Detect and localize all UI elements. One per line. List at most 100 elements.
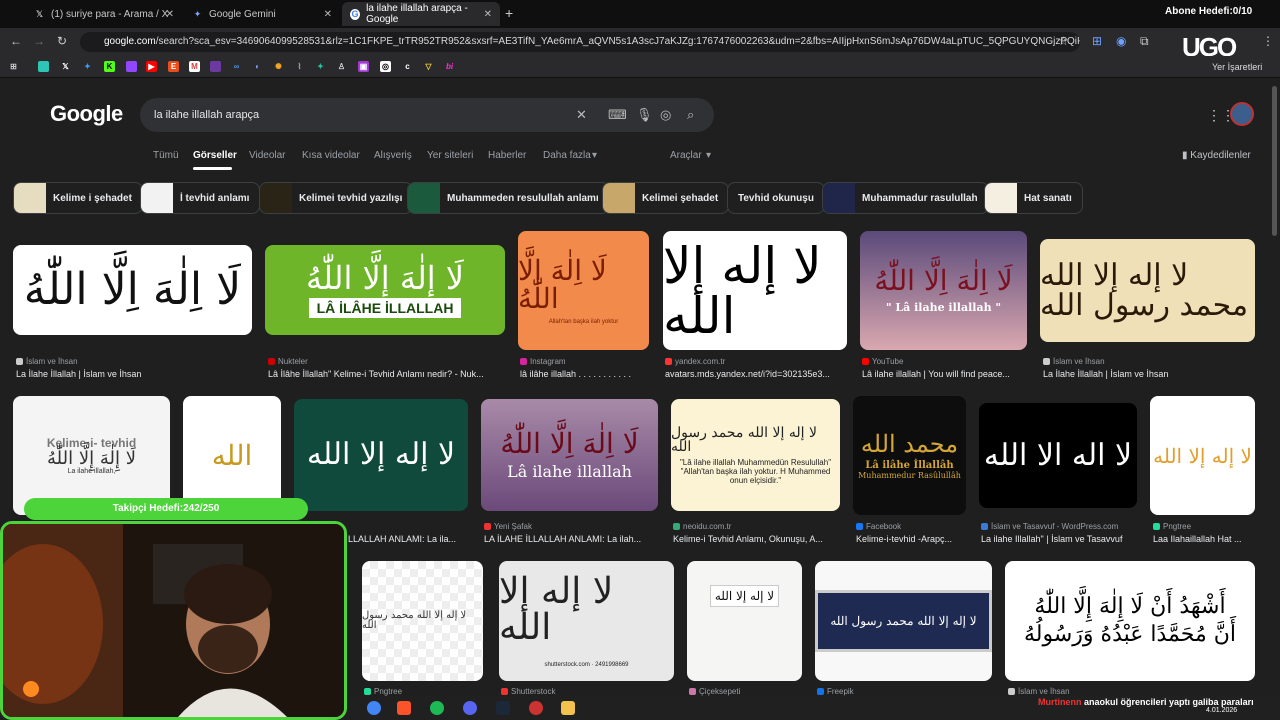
bookmark-icon[interactable]: bi [444, 61, 455, 72]
tab-gemini[interactable]: ✦ Google Gemini ✕ [184, 2, 340, 26]
image-result[interactable]: لا إله إلا الله shutterstock.com · 249199… [499, 561, 674, 681]
bookmark-icon[interactable]: ✦ [315, 61, 326, 72]
image-result[interactable]: لا إله إلا الله [687, 561, 802, 681]
back-button[interactable]: ← [10, 34, 22, 48]
bluesky-icon[interactable]: ✦ [82, 61, 93, 72]
bookmark-icon[interactable]: ♙ [336, 61, 347, 72]
close-tab-icon[interactable]: ✕ [166, 9, 174, 20]
result-title[interactable]: La İlahe İllallah | İslam ve İhsan [1043, 369, 1255, 379]
tab-places[interactable]: Yer siteleri [427, 150, 473, 161]
url-field[interactable]: google.com/search?sca_esv=34690640995285… [80, 32, 1080, 52]
obs-icon[interactable] [529, 701, 543, 715]
chip[interactable]: Tevhid okunuşu [727, 182, 825, 214]
lens-icon[interactable]: ◎ [660, 107, 671, 123]
youtube-icon[interactable]: ▶ [146, 61, 157, 72]
bookmarks-folder[interactable]: Yer İşaretleri [1212, 62, 1262, 72]
bookmark-icon[interactable]: ⌇ [294, 61, 305, 72]
image-result[interactable]: لا إله إلا الله [1150, 396, 1255, 515]
files-icon[interactable] [561, 701, 575, 715]
image-result[interactable]: لا اله الا الله [979, 403, 1137, 508]
tab-all[interactable]: Tümü [153, 150, 179, 161]
scrollbar[interactable] [1272, 86, 1277, 236]
result-title[interactable]: Lâ ilahe illallah | You will find peace.… [862, 369, 1027, 379]
result-title[interactable]: Lâ İlâhe İllallah" Kelime-i Tevhid Anlam… [268, 369, 504, 379]
bookmark-icon[interactable] [210, 61, 221, 72]
result-title[interactable]: Kelime-i-tevhid -Arapç... [856, 534, 966, 544]
image-result[interactable]: لَا اِلٰهَ اِلَّا اللّٰهُ Allah'tan başka… [518, 231, 649, 350]
result-title[interactable]: lâ ilâhe illallah . . . . . . . . . . . [520, 369, 648, 379]
tab-more[interactable]: Daha fazla [543, 150, 591, 161]
extensions-icon[interactable]: ⧉ [1140, 34, 1149, 49]
search-box[interactable]: la ilahe illallah arapça ✕ ⌨ 🎙 ◎ ⌕ [140, 98, 714, 132]
image-result[interactable]: لا إله إلا الله محمد رسول الله [815, 561, 992, 681]
new-tab-button[interactable]: + [505, 5, 513, 21]
image-result[interactable]: لا إله إلا الله محمد رسول الله [1040, 239, 1255, 342]
result-title[interactable]: La İlahe İllallah | İslam ve İhsan [16, 369, 252, 379]
chip[interactable]: Kelimei tevhid yazılışı [259, 182, 414, 214]
meta-icon[interactable]: ∞ [231, 61, 242, 72]
clear-icon[interactable]: ✕ [576, 107, 587, 123]
image-result[interactable]: أَشْهَدُ أَنْ لَا إِلٰهَ إِلَّا اللّٰهُ أ… [1005, 561, 1255, 681]
image-result[interactable]: لَا اِلٰهَ اِلَّا اللّٰهُ [13, 245, 252, 335]
microphone-icon[interactable]: 🎙 [636, 107, 653, 123]
tab-videos[interactable]: Videolar [249, 150, 286, 161]
cast-icon[interactable]: ◉ [1116, 34, 1126, 48]
x-bookmark-icon[interactable]: 𝕏 [60, 61, 71, 72]
tools-button[interactable]: Araçlar [670, 150, 702, 161]
steam-icon[interactable] [496, 701, 510, 715]
bookmark-star-icon[interactable]: ☆ [1058, 34, 1069, 48]
chip[interactable]: Hat sanatı [984, 182, 1083, 214]
discord-icon[interactable] [463, 701, 477, 715]
bookmark-icon[interactable] [38, 61, 49, 72]
bookmark-icon[interactable]: ◎ [380, 61, 391, 72]
image-result[interactable]: لَا إِلٰهَ إِلَّا اللّٰهُ LÂ İLÂHE İLLALL… [265, 245, 505, 335]
image-result[interactable]: لا إله إلا الله [294, 399, 468, 511]
chrome-icon[interactable] [367, 701, 381, 715]
google-logo[interactable]: Google [50, 101, 123, 127]
twitch-icon[interactable] [126, 61, 137, 72]
brave-icon[interactable] [397, 701, 411, 715]
apps-grid-icon[interactable]: ⊞ [8, 61, 19, 72]
close-tab-icon[interactable]: ✕ [484, 9, 492, 20]
menu-icon[interactable]: ⋮ [1262, 34, 1274, 48]
bookmark-icon[interactable]: ◐ [252, 61, 263, 72]
keyboard-icon[interactable]: ⌨ [608, 107, 627, 123]
tab-short-videos[interactable]: Kısa videolar [302, 150, 360, 161]
gmail-icon[interactable]: M [189, 61, 200, 72]
chip[interactable]: Kelimei şehadet [602, 182, 730, 214]
result-title[interactable]: Laa Ilahaillallah Hat ... [1153, 534, 1255, 544]
kick-icon[interactable]: K [104, 61, 115, 72]
avatar[interactable] [1230, 102, 1254, 126]
translate-icon[interactable]: ⊞ [1092, 34, 1102, 48]
image-result[interactable]: محمد الله Lâ ilâhe İllallâh Muhammedur Ras… [853, 396, 966, 515]
chip[interactable]: Muhammeden resulullah anlamı [407, 182, 610, 214]
result-title[interactable]: avatars.mds.yandex.net/i?id=302135e3... [665, 369, 849, 379]
spotify-icon[interactable] [430, 701, 444, 715]
reload-button[interactable]: ↻ [57, 34, 67, 48]
tab-x-search[interactable]: 𝕏 (1) suriye para - Arama / X ✕ [26, 2, 182, 26]
tab-images[interactable]: Görseller [193, 150, 237, 161]
image-result[interactable]: لا إله إلا الله محمد رسول الله "Lâ ilahe … [671, 399, 840, 511]
chip[interactable]: Muhammadur rasulullah [822, 182, 989, 214]
search-input[interactable]: la ilahe illallah arapça [154, 109, 259, 121]
saved-button[interactable]: ▮ Kaydedilenler [1182, 150, 1251, 161]
result-title[interactable]: Kelime-i Tevhid Anlamı, Okunuşu, A... [673, 534, 840, 544]
image-result[interactable]: لَا اِلٰهَ اِلَّا اللّٰهُ Lâ ilahe illall… [481, 399, 658, 511]
bookmark-icon[interactable]: E [168, 61, 179, 72]
close-tab-icon[interactable]: ✕ [324, 9, 332, 20]
result-title[interactable]: LLALLAH ANLAMI: La ila... [348, 534, 468, 544]
bookmark-icon[interactable]: ▽ [423, 61, 434, 72]
result-title[interactable]: La ilahe Illallah" | İslam ve Tasavvuf [981, 534, 1137, 544]
forward-button[interactable]: → [33, 34, 45, 48]
tab-news[interactable]: Haberler [488, 150, 526, 161]
chip[interactable]: Kelime i şehadet [13, 182, 143, 214]
tab-shopping[interactable]: Alışveriş [374, 150, 412, 161]
image-result[interactable]: لا إله إلا الله [663, 231, 847, 350]
bookmark-icon[interactable]: ✺ [273, 61, 284, 72]
result-title[interactable]: LA İLAHE İLLALLAH ANLAMI: La ilah... [484, 534, 658, 544]
tab-google-images[interactable]: G la ilahe illallah arapça - Google ✕ [342, 2, 500, 26]
bookmark-icon[interactable]: ▣ [358, 61, 369, 72]
chip[interactable]: İ tevhid anlamı [140, 182, 261, 214]
image-result[interactable]: لا إله إلا الله محمد رسول الله [362, 561, 483, 681]
image-result[interactable]: لَا اِلٰهَ اِلَّا اللّٰهُ " Lâ ilahe illa… [860, 231, 1027, 350]
